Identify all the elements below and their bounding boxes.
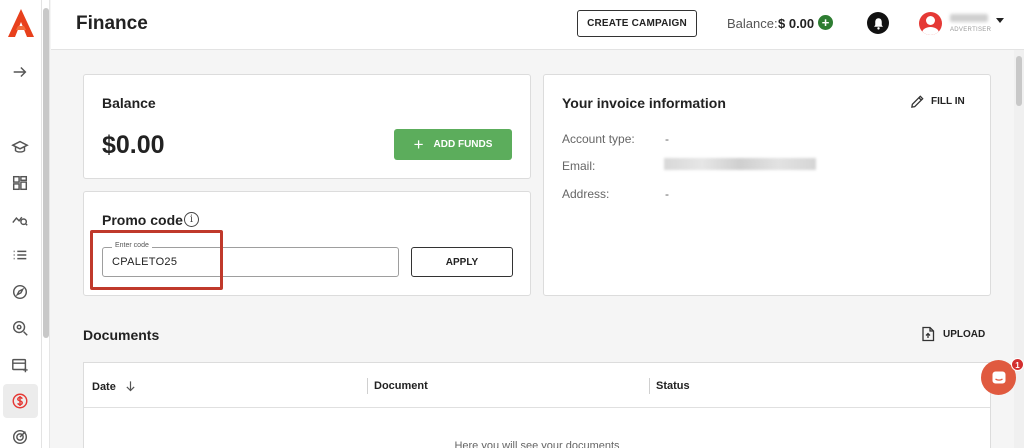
compass-icon[interactable] [9, 281, 31, 303]
chat-icon [992, 371, 1005, 383]
radar-search-icon[interactable] [9, 317, 31, 339]
email-value-redacted [664, 158, 816, 170]
pencil-icon [911, 95, 924, 108]
column-date-label: Date [92, 381, 116, 393]
invoice-info-card: Your invoice information FILL IN Account… [543, 74, 991, 296]
column-separator[interactable] [649, 378, 650, 394]
add-funds-button[interactable]: + ADD FUNDS [394, 129, 512, 160]
balance-label: Balance: [727, 16, 778, 31]
page-scrollbar[interactable] [1014, 50, 1024, 448]
page-title: Finance [76, 13, 148, 34]
chat-unread-badge: 1 [1011, 358, 1024, 371]
create-campaign-button[interactable]: CREATE CAMPAIGN [577, 10, 697, 37]
account-type-value: - [665, 132, 669, 146]
user-name-redacted [950, 14, 988, 22]
info-icon[interactable]: i [184, 212, 199, 227]
upload-button[interactable]: UPLOAD [921, 326, 985, 342]
column-document[interactable]: Document [374, 380, 428, 392]
sort-arrow-down-icon[interactable] [125, 380, 136, 392]
add-funds-label: ADD FUNDS [433, 139, 493, 150]
documents-title: Documents [83, 327, 160, 343]
dashboard-icon[interactable] [9, 172, 31, 194]
column-separator[interactable] [367, 378, 368, 394]
apply-button[interactable]: APPLY [411, 247, 513, 277]
column-date[interactable]: Date [92, 380, 136, 393]
email-label: Email: [562, 159, 596, 173]
notifications-bell-icon[interactable] [867, 12, 889, 34]
graduation-cap-icon[interactable] [9, 136, 31, 158]
fill-in-button[interactable]: FILL IN [910, 94, 965, 109]
header-balance-amount: $ 0.00 [778, 16, 815, 31]
user-avatar[interactable] [919, 12, 942, 35]
column-status[interactable]: Status [656, 380, 690, 392]
fill-in-label: FILL IN [931, 96, 965, 107]
plus-icon: + [413, 135, 424, 154]
top-header: Finance CREATE CAMPAIGN Balance: $ 0.00 … [51, 0, 1024, 50]
balance-card-title: Balance [102, 95, 156, 111]
highlight-annotation-box [90, 230, 223, 290]
add-balance-icon[interactable]: + [818, 15, 833, 30]
address-label: Address: [562, 187, 610, 201]
analytics-search-icon[interactable] [9, 208, 31, 230]
documents-empty-text: Here you will see your documents [454, 440, 620, 448]
app-logo[interactable] [6, 8, 36, 38]
table-header-row: Date Document Status [84, 363, 990, 408]
list-icon[interactable] [9, 244, 31, 266]
sidebar [0, 0, 42, 448]
sidebar-scrollbar[interactable] [42, 0, 50, 448]
card-add-icon[interactable] [9, 354, 31, 376]
promo-code-card: Promo code i Enter code CPALETO25 APPLY [83, 191, 531, 296]
promo-card-title: Promo code [102, 212, 183, 228]
balance-card: Balance $0.00 + ADD FUNDS [83, 74, 531, 179]
arrow-right-icon[interactable] [9, 61, 31, 83]
dollar-circle-icon[interactable] [9, 390, 31, 412]
user-menu-caret-icon[interactable] [996, 18, 1004, 23]
balance-value: $0.00 [102, 131, 165, 159]
target-icon[interactable] [9, 426, 31, 448]
address-value: - [665, 187, 669, 201]
invoice-card-title: Your invoice information [562, 95, 726, 111]
upload-label: UPLOAD [943, 328, 986, 340]
account-type-label: Account type: [562, 132, 635, 146]
upload-file-icon [922, 326, 935, 342]
documents-table: Date Document Status Here you will see y… [83, 362, 991, 448]
user-role: ADVERTISER [950, 27, 992, 33]
